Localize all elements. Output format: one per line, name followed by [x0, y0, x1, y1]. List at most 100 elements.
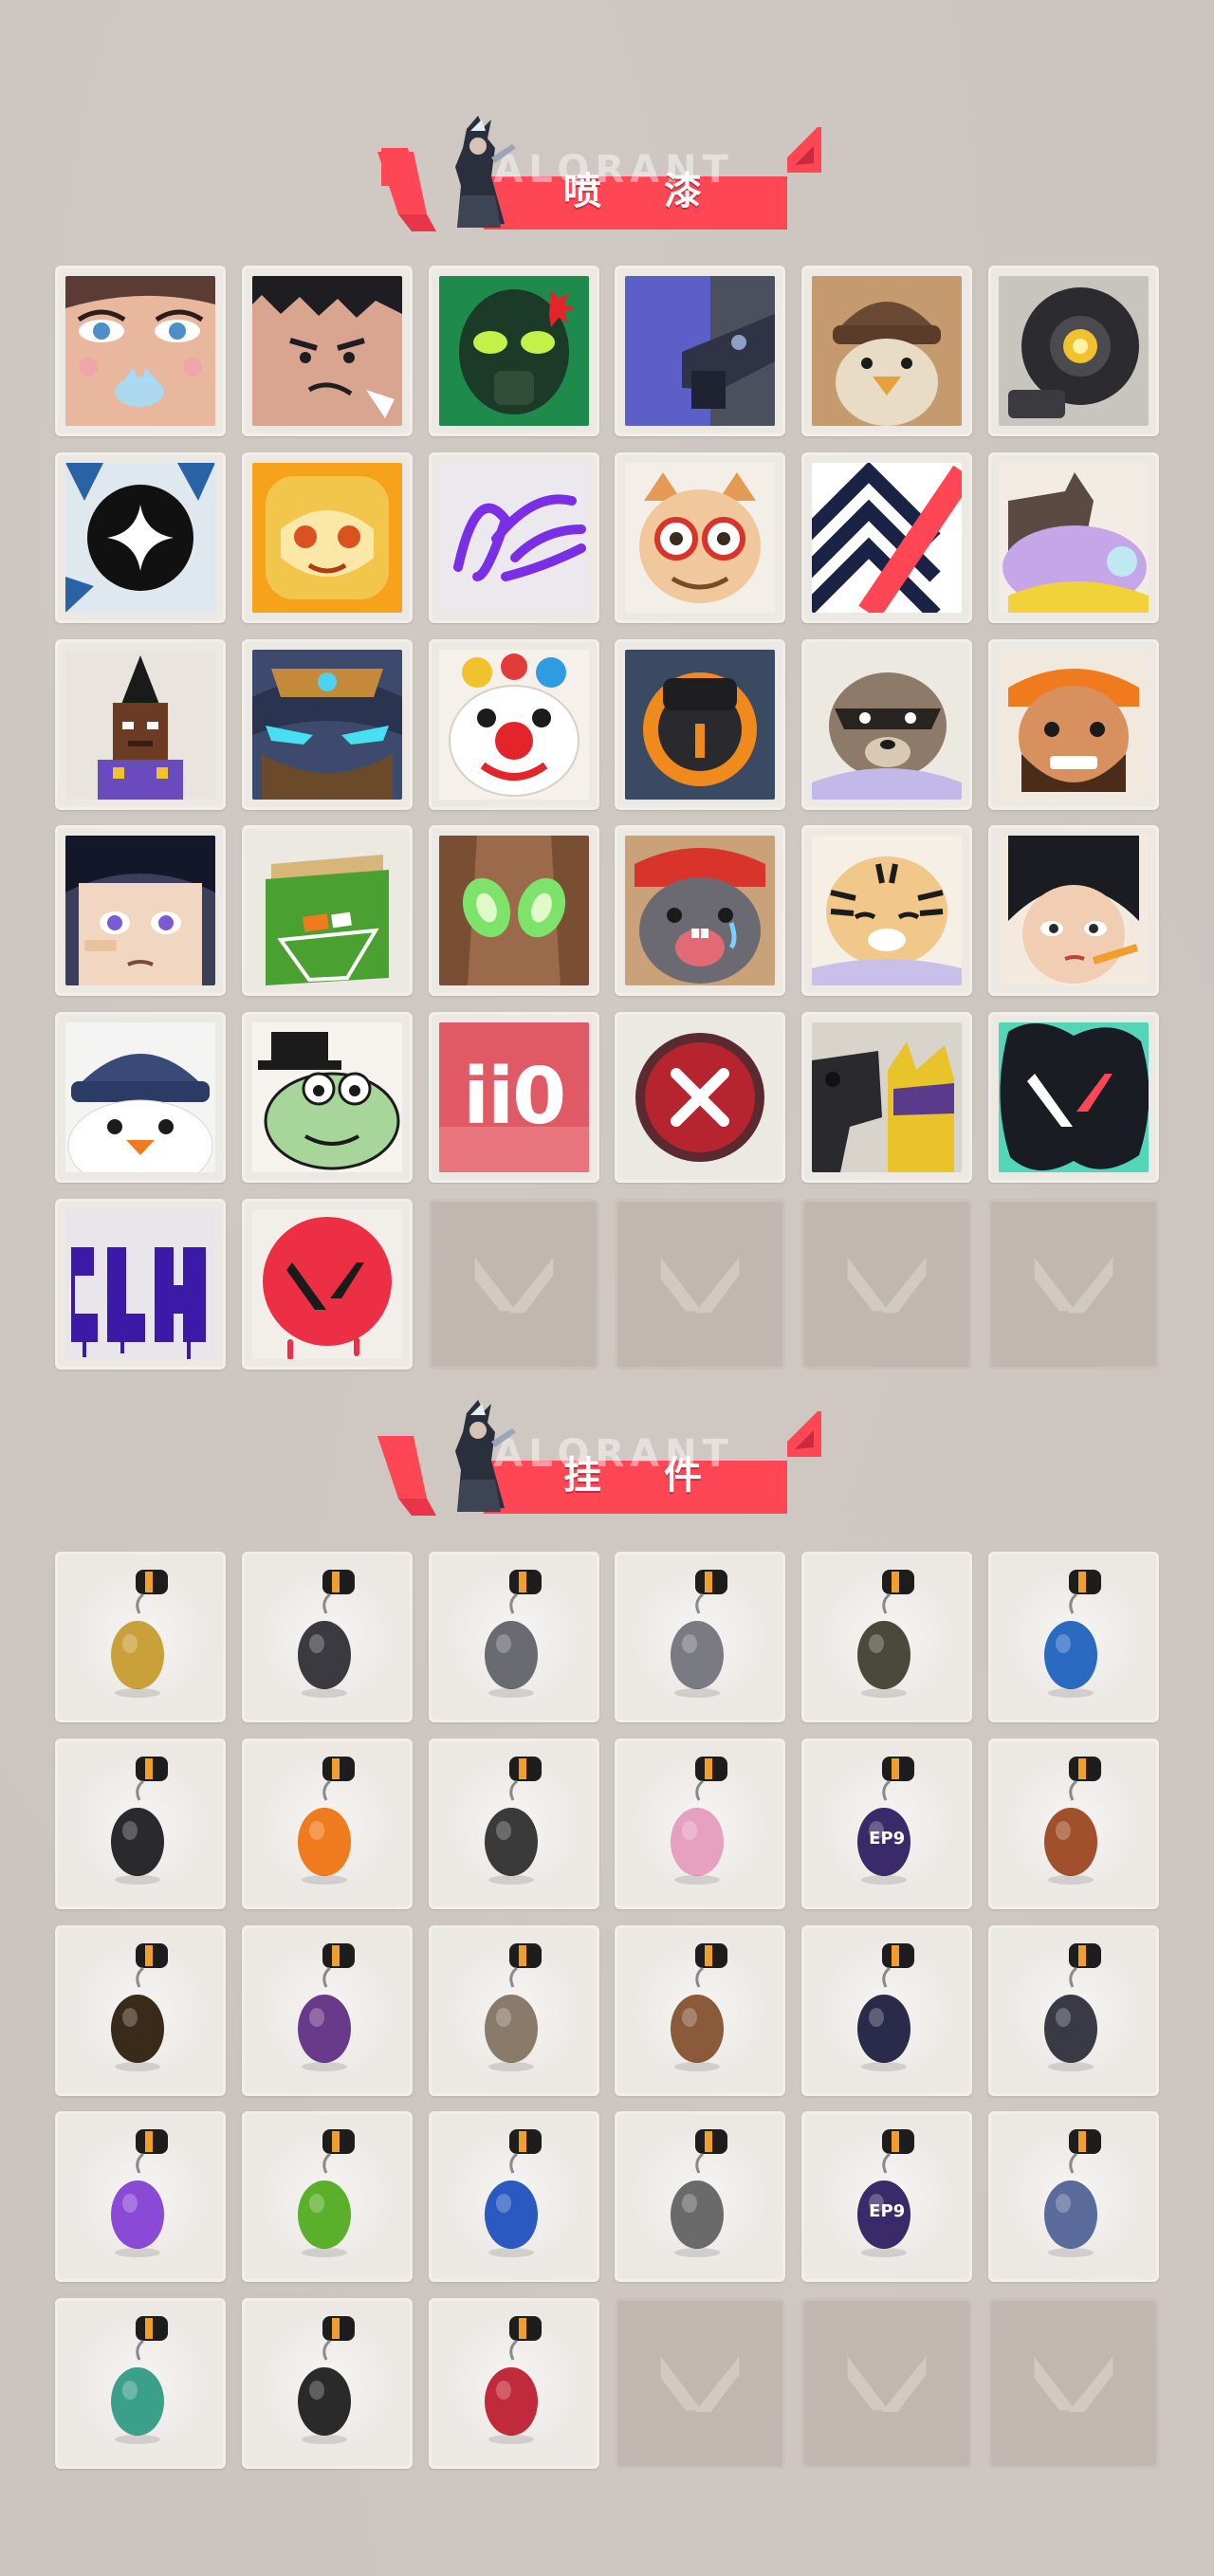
- gold-cat-buddy-icon: [111, 1570, 168, 1698]
- spray-tile[interactable]: [428, 825, 599, 997]
- spray-tile[interactable]: [987, 1012, 1159, 1184]
- buddy-tile[interactable]: [615, 1738, 786, 1909]
- spray-tile[interactable]: [801, 266, 973, 436]
- spray-tile[interactable]: [55, 451, 226, 623]
- spray-tile[interactable]: [801, 451, 973, 623]
- goggles-cat-spray-icon: [625, 462, 776, 613]
- empty-buddy-slot: [987, 2298, 1159, 2470]
- boxing-bear-buddy-icon: [1043, 1756, 1101, 1885]
- spray-tile[interactable]: [987, 266, 1159, 436]
- buddy-tile[interactable]: EP9: [801, 2111, 973, 2283]
- spray-tile[interactable]: [801, 1012, 973, 1184]
- pistol-cat-spray-icon: [812, 1022, 963, 1173]
- angry-boy-face-spray-icon: [251, 276, 402, 426]
- sprays-section-header: VALORANT 喷 漆: [370, 110, 825, 243]
- spray-tile[interactable]: [55, 1198, 226, 1370]
- valorant-logo-watermark-icon: [661, 1257, 740, 1314]
- green-crate-spray-icon: [251, 836, 402, 986]
- buddy-tile[interactable]: [428, 1924, 599, 2096]
- buddy-tile[interactable]: [615, 2111, 786, 2283]
- buddy-tile[interactable]: [55, 1924, 226, 2096]
- spray-tile[interactable]: [801, 638, 973, 810]
- spray-tile[interactable]: [241, 825, 413, 997]
- spray-tile[interactable]: [987, 825, 1159, 997]
- sprays-section-title: 喷 漆: [563, 170, 727, 213]
- spray-tile[interactable]: [615, 451, 786, 623]
- spray-tile[interactable]: [801, 825, 973, 997]
- spray-tile[interactable]: [987, 638, 1159, 810]
- red-x-button-spray-icon: [625, 1022, 776, 1173]
- spray-tile[interactable]: [615, 638, 786, 810]
- cupcake-buddy-icon: [671, 1756, 728, 1885]
- buddy-tile[interactable]: [987, 1552, 1159, 1722]
- spray-tile[interactable]: [241, 1012, 413, 1184]
- agent-figurine-buddy-icon: [297, 1942, 355, 2071]
- peeking-penguin-spray-icon: [65, 1022, 215, 1173]
- spray-tile[interactable]: [428, 638, 599, 810]
- spray-tile[interactable]: [55, 266, 226, 436]
- spray-tile[interactable]: [241, 266, 413, 436]
- buddy-tile[interactable]: [615, 1924, 786, 2096]
- ufo-buddy-icon: [111, 2316, 168, 2445]
- raccoon-spray-icon: [812, 649, 963, 800]
- red-gem-buddy-icon: [484, 2316, 542, 2445]
- lavender-blob-spray-icon: [998, 462, 1149, 613]
- spray-tile[interactable]: [615, 825, 786, 997]
- chevron-stripes-spray-icon: [812, 462, 963, 613]
- orange-dial-spray-icon: [625, 649, 776, 800]
- spray-tile[interactable]: [615, 1012, 786, 1184]
- spray-tile[interactable]: [55, 638, 226, 810]
- buddy-tile[interactable]: [241, 1924, 413, 2096]
- buddy-tile[interactable]: [241, 2111, 413, 2283]
- spray-tile[interactable]: [55, 1012, 226, 1184]
- cardboard-box-buddy-icon: [671, 1942, 728, 2071]
- empty-buddy-slot: [615, 2298, 786, 2470]
- bearded-man-spray-icon: [998, 649, 1149, 800]
- empty-spray-slot: [428, 1198, 599, 1370]
- spray-tile[interactable]: [428, 266, 599, 436]
- spray-tile[interactable]: [241, 1198, 413, 1370]
- graffiti-tag-spray-icon: [65, 1208, 215, 1359]
- spray-tile[interactable]: [55, 825, 226, 997]
- buddy-tile[interactable]: [987, 2111, 1159, 2283]
- buddy-tile[interactable]: [55, 2298, 226, 2470]
- beanie-penguin-spray-icon: [812, 276, 963, 426]
- buddy-tile[interactable]: [428, 2111, 599, 2283]
- buddy-text: EP9: [869, 1828, 906, 1849]
- radio-device-buddy-icon: [671, 2129, 728, 2258]
- frog-with-hat-spray-icon: [251, 1022, 402, 1173]
- dark-claw-buddy-icon: [1043, 1942, 1101, 2071]
- lantern-buddy-icon: [1043, 2129, 1101, 2258]
- spray-tile[interactable]: [241, 451, 413, 623]
- spray-tile[interactable]: [615, 266, 786, 436]
- buddy-grid: EP9 EP9: [55, 1552, 1159, 2470]
- spray-tile[interactable]: [987, 451, 1159, 623]
- buddy-tile[interactable]: [987, 1738, 1159, 1909]
- spray-tile[interactable]: ii0: [428, 1012, 599, 1184]
- buddies-section-title: 挂 件: [563, 1454, 727, 1498]
- buddy-tile[interactable]: [615, 1552, 786, 1722]
- toast-tray-buddy-icon: [484, 1570, 542, 1698]
- buddy-tile[interactable]: [241, 1738, 413, 1909]
- buddy-tile[interactable]: [428, 1552, 599, 1722]
- lava-lamp-buddy-icon: [111, 2129, 168, 2258]
- buddy-tile[interactable]: [428, 1738, 599, 1909]
- buddy-tile[interactable]: EP9: [801, 1738, 973, 1909]
- buddy-tile[interactable]: [55, 1738, 226, 1909]
- buddy-tile[interactable]: [428, 2298, 599, 2470]
- clown-face-spray-icon: [438, 649, 589, 800]
- spray-tile[interactable]: [428, 451, 599, 623]
- ep9-medal-dark-buddy-icon: [857, 2129, 915, 2258]
- bandaged-boy-spray-icon: [65, 836, 215, 986]
- valorant-logo-watermark-icon: [1034, 2356, 1113, 2413]
- buddy-tile[interactable]: [987, 1924, 1159, 2096]
- buddy-tile[interactable]: [55, 1552, 226, 1722]
- buddy-tile[interactable]: [241, 1552, 413, 1722]
- buddy-tile[interactable]: [55, 2111, 226, 2283]
- valorant-ring-buddy-icon: [297, 2316, 355, 2445]
- buddy-tile[interactable]: [801, 1924, 973, 2096]
- buddy-tile[interactable]: [801, 1552, 973, 1722]
- buddy-tile[interactable]: [241, 2298, 413, 2470]
- round-pouch-buddy-icon: [857, 1570, 915, 1698]
- spray-tile[interactable]: [241, 638, 413, 810]
